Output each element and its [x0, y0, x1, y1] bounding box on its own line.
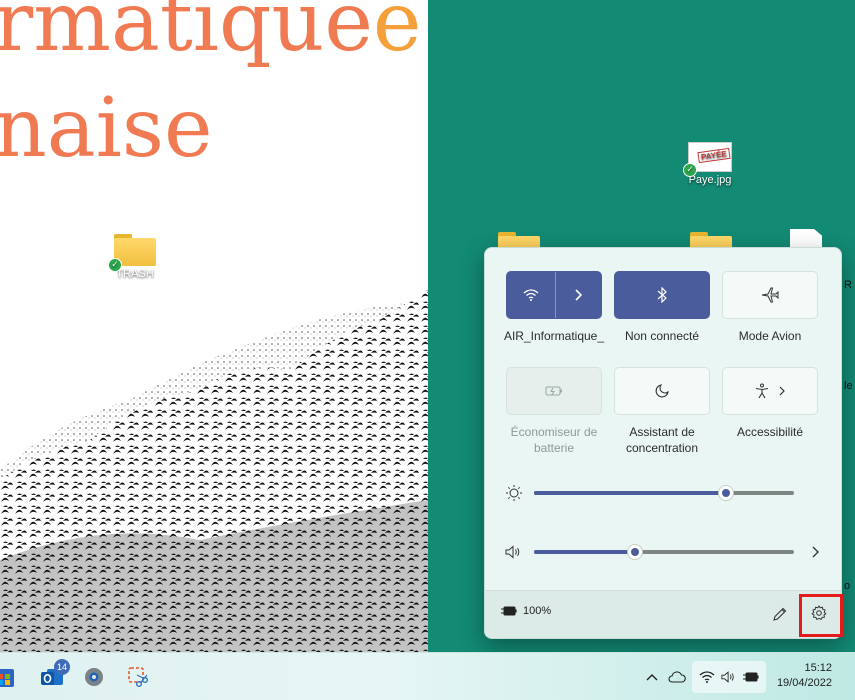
accessibility-tile-label: Accessibilité: [736, 425, 804, 439]
bluetooth-tile-label: Non connecté: [624, 329, 700, 343]
wifi-expand-button[interactable]: [555, 272, 601, 318]
volume-slider-row: [505, 540, 823, 564]
volume-slider-thumb[interactable]: [627, 544, 644, 560]
airplane-mode-tile[interactable]: [722, 271, 818, 319]
settings-app-icon: [85, 668, 103, 686]
folder-icon: ✓: [108, 234, 156, 272]
image-file-icon: PAYÉE ✓: [683, 142, 732, 177]
clock-button[interactable]: 15:12 19/04/2022: [770, 661, 832, 691]
airplane-mode-tile-label: Mode Avion: [738, 329, 802, 343]
show-hidden-icons-button[interactable]: [644, 665, 660, 689]
airplane-icon: [761, 287, 779, 303]
focus-assist-tile[interactable]: [614, 367, 710, 415]
taskbar-app-snipping-tool[interactable]: [124, 663, 152, 691]
brightness-slider[interactable]: [534, 485, 794, 501]
speaker-icon: [721, 671, 734, 683]
onedrive-tray-button[interactable]: [666, 665, 688, 689]
volume-slider-fill: [534, 550, 636, 554]
desktop-icon-paye[interactable]: PAYÉE ✓ Paye.jpg: [675, 142, 745, 186]
wallpaper-left: rmatiquee naise: [0, 0, 428, 652]
notification-badge: 14: [53, 659, 70, 675]
chevron-right-icon[interactable]: [810, 546, 820, 558]
highlight-annotation-box: [799, 594, 843, 637]
edit-quick-settings-button[interactable]: [769, 603, 791, 625]
taskbar-app-outlook[interactable]: 14: [38, 659, 70, 691]
accessibility-tile[interactable]: [722, 367, 818, 415]
brightness-icon: [506, 485, 522, 501]
quick-settings-footer: 100%: [485, 590, 841, 638]
speaker-icon[interactable]: [505, 545, 523, 559]
edge-label-fragment: o: [844, 580, 851, 592]
store-icon: [0, 669, 14, 687]
focus-assist-tile-label: Assistant de concentration: [625, 425, 699, 455]
battery-saver-tile[interactable]: [506, 367, 602, 415]
desktop-icon-trash[interactable]: ✓ TRASH: [100, 234, 170, 280]
chevron-right-icon: [779, 386, 785, 396]
bluetooth-tile[interactable]: [614, 271, 710, 319]
battery-percentage: 100%: [523, 605, 552, 617]
pencil-icon: [773, 607, 787, 621]
foliage-illustration: [0, 290, 428, 652]
taskbar-app-store[interactable]: [0, 663, 18, 691]
bluetooth-icon: [657, 287, 667, 303]
wifi-icon: [699, 671, 715, 683]
battery-charging-icon: [501, 606, 517, 616]
quick-settings-tray-button[interactable]: [692, 661, 766, 693]
taskbar-app-settings[interactable]: [80, 663, 108, 691]
wifi-icon: [523, 289, 539, 301]
battery-saver-tile-label: Économiseur de batterie: [510, 425, 598, 455]
taskbar: 14 15:12 19/04/2022: [0, 652, 855, 700]
snipping-tool-icon: [128, 667, 149, 688]
wifi-toggle[interactable]: [507, 272, 555, 318]
brightness-slider-thumb[interactable]: [718, 485, 735, 501]
cloud-icon: [668, 671, 686, 683]
synced-check-icon: ✓: [683, 163, 697, 177]
volume-slider[interactable]: [534, 544, 794, 560]
brightness-slider-row: [505, 481, 823, 505]
synced-check-icon: ✓: [108, 258, 122, 272]
quick-settings-panel: AIR_Informatique_ Non connecté Mode Avio…: [484, 247, 842, 639]
battery-charging-icon: [743, 672, 759, 682]
wifi-tile-label: AIR_Informatique_: [503, 329, 605, 343]
moon-icon: [655, 384, 669, 398]
chevron-up-icon: [646, 674, 658, 681]
wifi-tile[interactable]: [506, 271, 602, 319]
battery-saver-icon: [545, 386, 562, 396]
edge-label-fragment: le: [844, 380, 853, 392]
clock-date: 19/04/2022: [776, 677, 832, 689]
accessibility-icon: [755, 383, 769, 399]
clock-time: 15:12: [804, 662, 832, 674]
edge-label-fragment: R: [844, 279, 852, 291]
chevron-right-icon: [575, 289, 583, 301]
battery-status[interactable]: 100%: [501, 605, 551, 617]
brightness-slider-fill: [534, 491, 727, 495]
